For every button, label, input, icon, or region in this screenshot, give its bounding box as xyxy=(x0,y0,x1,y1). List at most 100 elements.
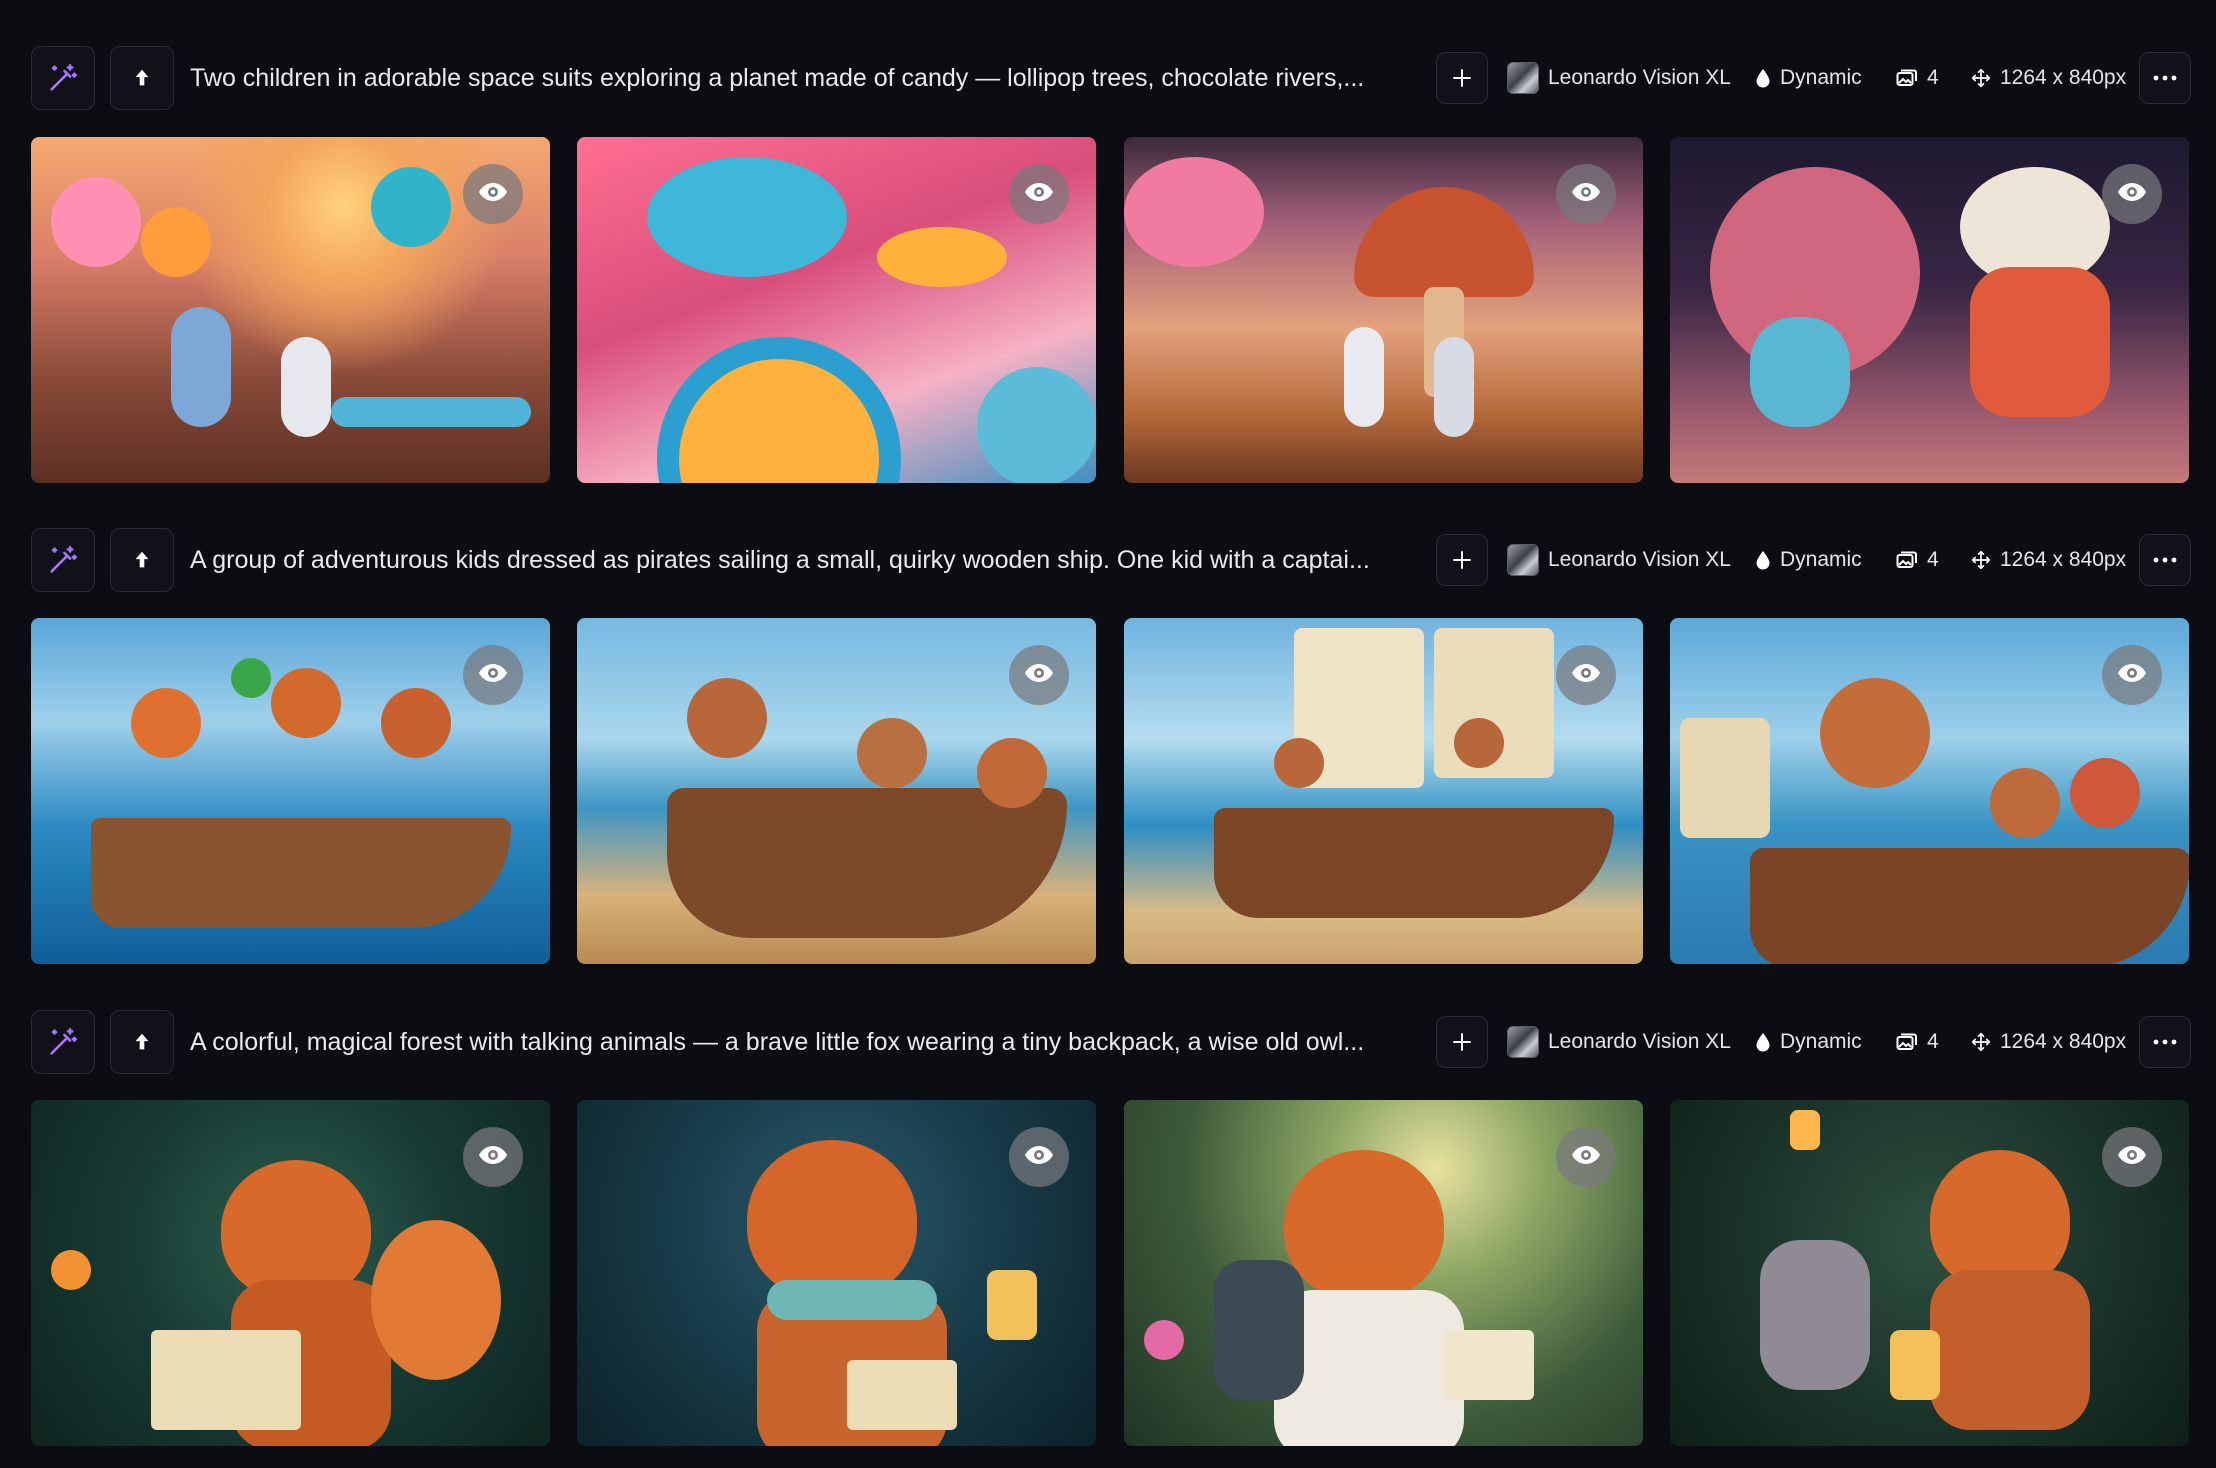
image-count-info: 4 xyxy=(1896,46,1939,110)
view-image-button[interactable] xyxy=(463,645,523,705)
dimensions-info: 1264 x 840px xyxy=(1971,1010,2126,1074)
generated-image[interactable] xyxy=(1670,1100,2189,1446)
view-image-button[interactable] xyxy=(1009,164,1069,224)
lollipop-tree-shape xyxy=(371,167,451,247)
pirate-captain-figure xyxy=(1820,678,1930,788)
book-shape xyxy=(1444,1330,1534,1400)
remix-button[interactable] xyxy=(31,46,95,110)
eye-icon xyxy=(2116,662,2148,689)
ellipsis-icon xyxy=(2153,75,2177,81)
style-name: Dynamic xyxy=(1780,548,1862,571)
view-image-button[interactable] xyxy=(1009,645,1069,705)
model-name: Leonardo Vision XL xyxy=(1548,1030,1731,1053)
generated-image[interactable] xyxy=(577,618,1096,964)
generated-image[interactable] xyxy=(1670,618,2189,964)
plus-icon xyxy=(1450,1030,1474,1054)
pirate-kid-figure xyxy=(271,668,341,738)
pirate-kid-figure xyxy=(857,718,927,788)
add-prompt-button[interactable] xyxy=(1436,1016,1488,1068)
arrow-up-icon xyxy=(131,549,153,571)
generation-prompt[interactable]: Two children in adorable space suits exp… xyxy=(190,46,1440,110)
generated-image[interactable] xyxy=(1124,137,1643,483)
view-image-button[interactable] xyxy=(463,164,523,224)
parrot-figure xyxy=(231,658,271,698)
view-image-button[interactable] xyxy=(1556,164,1616,224)
view-image-button[interactable] xyxy=(2102,1127,2162,1187)
eye-icon xyxy=(477,1144,509,1171)
scarf-shape xyxy=(767,1280,937,1320)
model-info: Leonardo Vision XL xyxy=(1507,46,1731,110)
images-icon xyxy=(1896,550,1918,570)
fox-head-shape xyxy=(1284,1150,1444,1300)
generation-prompt[interactable]: A group of adventurous kids dressed as p… xyxy=(190,528,1440,592)
dimensions: 1264 x 840px xyxy=(2000,548,2127,571)
more-options-button[interactable] xyxy=(2139,52,2191,104)
generated-image[interactable] xyxy=(31,1100,550,1446)
generated-image[interactable] xyxy=(1670,137,2189,483)
generated-image[interactable] xyxy=(577,1100,1096,1446)
add-prompt-button[interactable] xyxy=(1436,52,1488,104)
view-image-button[interactable] xyxy=(1556,645,1616,705)
view-image-button[interactable] xyxy=(2102,645,2162,705)
images-icon xyxy=(1896,1032,1918,1052)
view-image-button[interactable] xyxy=(2102,164,2162,224)
dimensions: 1264 x 840px xyxy=(2000,66,2127,89)
lantern-shape xyxy=(1890,1330,1940,1400)
lantern-shape xyxy=(1790,1110,1820,1150)
eye-icon xyxy=(2116,181,2148,208)
astronaut-figure xyxy=(171,307,231,427)
view-image-button[interactable] xyxy=(1009,1127,1069,1187)
generation-prompt[interactable]: A colorful, magical forest with talking … xyxy=(190,1010,1440,1074)
magic-wand-icon xyxy=(46,1025,80,1059)
ellipsis-icon xyxy=(2153,557,2177,563)
pirate-kid-figure xyxy=(687,678,767,758)
arrow-up-icon xyxy=(131,1031,153,1053)
plus-icon xyxy=(1450,66,1474,90)
pirate-kid-figure xyxy=(1454,718,1504,768)
pirate-ship-hull-shape xyxy=(91,818,511,928)
generated-image[interactable] xyxy=(1124,618,1643,964)
more-options-button[interactable] xyxy=(2139,534,2191,586)
pirate-kid-figure xyxy=(131,688,201,758)
astronaut-figure xyxy=(1344,327,1384,427)
remix-button[interactable] xyxy=(31,528,95,592)
droplet-icon xyxy=(1755,550,1771,570)
view-image-button[interactable] xyxy=(463,1127,523,1187)
upscale-button[interactable] xyxy=(110,46,174,110)
book-shape xyxy=(847,1360,957,1430)
generated-image[interactable] xyxy=(1124,1100,1643,1446)
more-options-button[interactable] xyxy=(2139,1016,2191,1068)
lollipop-tree-shape xyxy=(141,207,211,277)
generation-header: Two children in adorable space suits exp… xyxy=(31,46,2191,112)
upscale-button[interactable] xyxy=(110,1010,174,1074)
image-count-info: 4 xyxy=(1896,1010,1939,1074)
pirate-kid-figure xyxy=(381,688,451,758)
view-image-button[interactable] xyxy=(1556,1127,1616,1187)
candy-mushroom-shape xyxy=(877,227,1007,287)
remix-button[interactable] xyxy=(31,1010,95,1074)
eye-icon xyxy=(1570,662,1602,689)
plus-icon xyxy=(1450,548,1474,572)
model-info: Leonardo Vision XL xyxy=(1507,1010,1731,1074)
generated-image[interactable] xyxy=(31,618,550,964)
robot-figure xyxy=(1750,317,1850,427)
image-grid xyxy=(31,618,2189,964)
generated-image[interactable] xyxy=(31,137,550,483)
fox-head-shape xyxy=(747,1140,917,1300)
lantern-shape xyxy=(987,1270,1037,1340)
image-count-info: 4 xyxy=(1896,528,1939,592)
upscale-button[interactable] xyxy=(110,528,174,592)
swirl-candy-shape xyxy=(657,337,901,483)
droplet-icon xyxy=(1755,68,1771,88)
generated-image[interactable] xyxy=(577,137,1096,483)
candy-shape xyxy=(977,367,1096,483)
generation-header: A colorful, magical forest with talking … xyxy=(31,1010,2191,1076)
image-count: 4 xyxy=(1927,1030,1939,1053)
pirate-kid-figure xyxy=(1990,768,2060,838)
move-arrows-icon xyxy=(1971,550,1991,570)
add-prompt-button[interactable] xyxy=(1436,534,1488,586)
eye-icon xyxy=(477,181,509,208)
droplet-icon xyxy=(1755,1032,1771,1052)
creature-body-shape xyxy=(1970,267,2110,417)
pirate-kid-figure xyxy=(1274,738,1324,788)
